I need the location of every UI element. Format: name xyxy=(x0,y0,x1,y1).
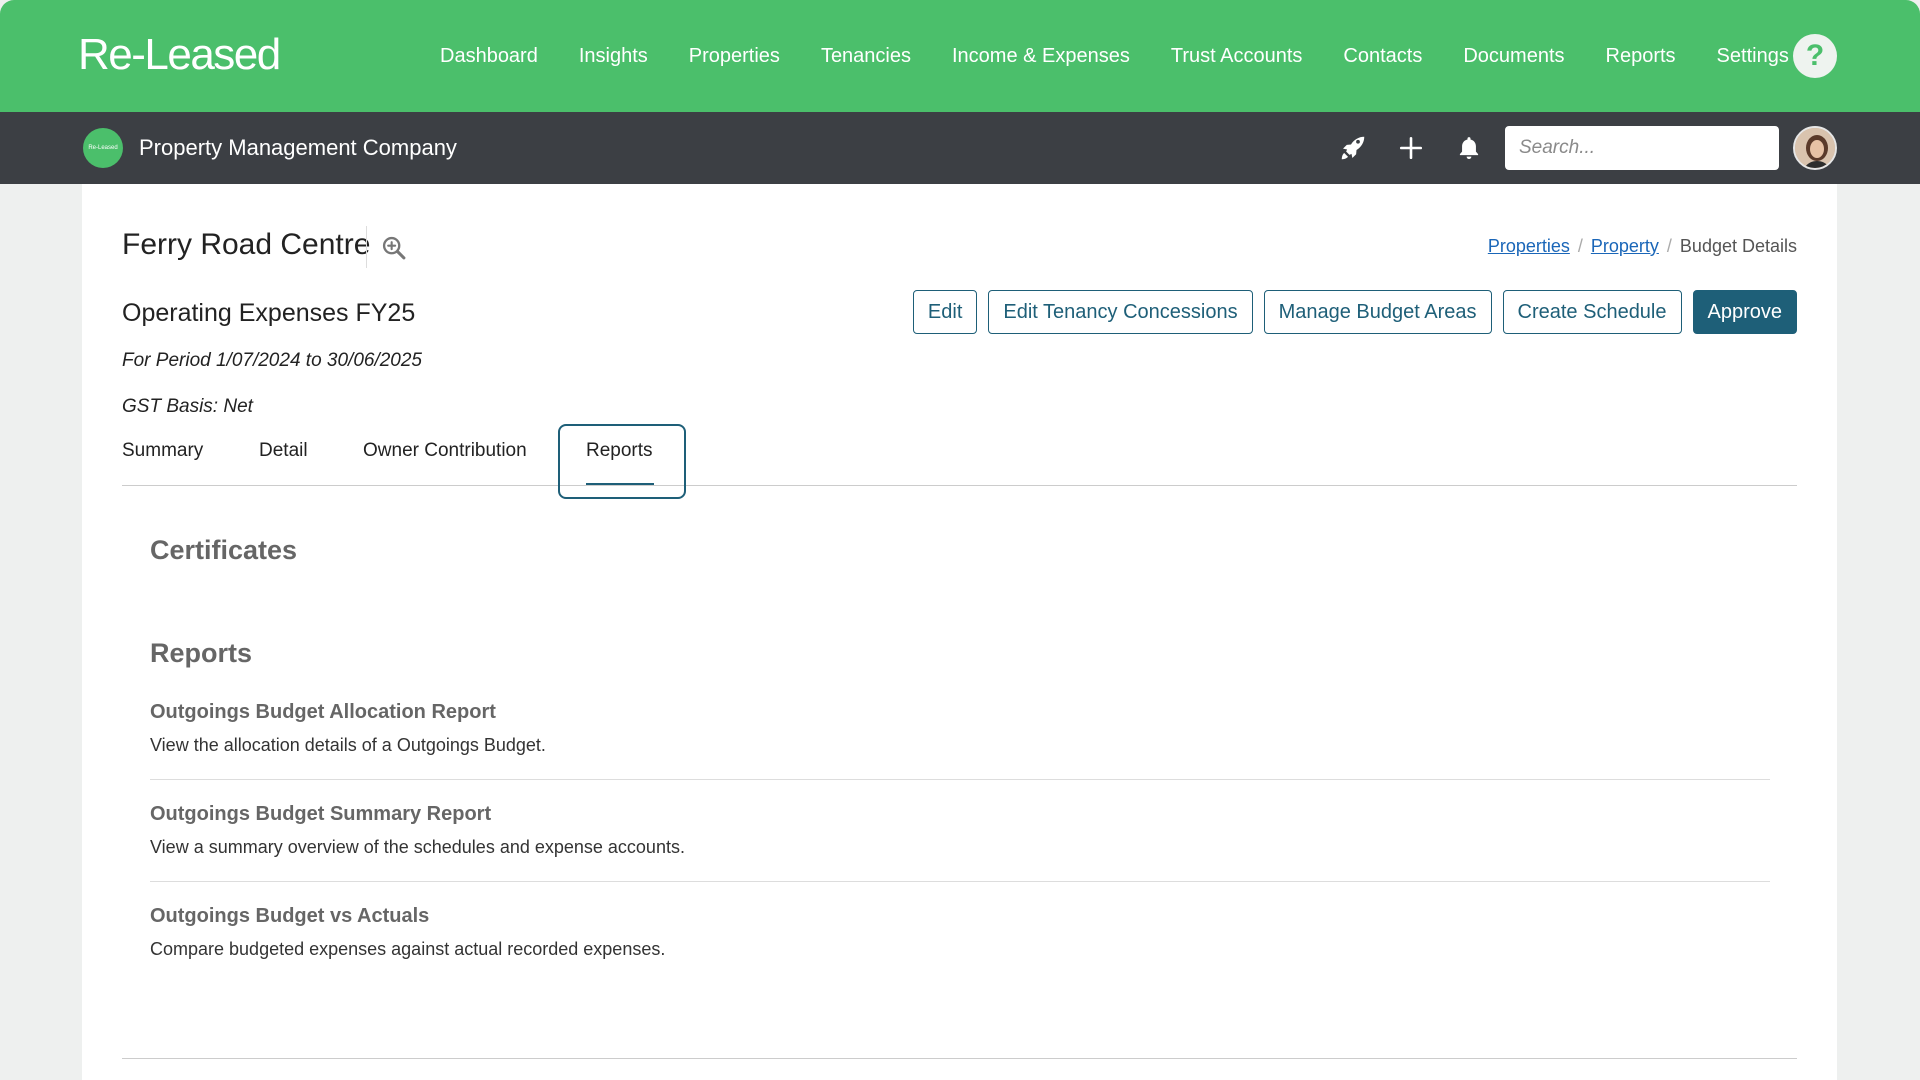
budget-name: Operating Expenses FY25 xyxy=(122,299,416,327)
breadcrumb-separator: / xyxy=(1666,236,1672,256)
zoom-in-icon[interactable] xyxy=(380,234,408,267)
edit-tenancy-concessions-button[interactable]: Edit Tenancy Concessions xyxy=(988,290,1253,334)
nav-dashboard[interactable]: Dashboard xyxy=(440,45,538,68)
main-nav: Dashboard Insights Properties Tenancies … xyxy=(440,0,1830,112)
bell-icon[interactable] xyxy=(1453,132,1485,164)
manage-budget-areas-button[interactable]: Manage Budget Areas xyxy=(1263,290,1492,334)
report-description: View the allocation details of a Outgoin… xyxy=(150,735,546,755)
tab-label: Detail xyxy=(259,440,308,461)
user-avatar[interactable] xyxy=(1793,126,1837,170)
nav-insights[interactable]: Insights xyxy=(579,45,648,68)
active-tab-indicator xyxy=(586,483,654,485)
nav-income-expenses[interactable]: Income & Expenses xyxy=(952,45,1130,68)
released-logo[interactable]: Re-Leased xyxy=(78,30,281,80)
plus-icon[interactable] xyxy=(1395,132,1427,164)
tab-label: Owner Contribution xyxy=(363,440,527,461)
nav-settings[interactable]: Settings xyxy=(1717,45,1789,68)
tab-label: Summary xyxy=(122,440,204,461)
report-title[interactable]: Outgoings Budget Allocation Report xyxy=(150,701,1770,724)
breadcrumb-current: Budget Details xyxy=(1679,236,1797,256)
report-item[interactable]: Outgoings Budget Summary Report View a s… xyxy=(150,803,1770,858)
gst-basis: GST Basis: Net xyxy=(122,396,253,417)
nav-tenancies[interactable]: Tenancies xyxy=(821,45,911,68)
report-item[interactable]: Outgoings Budget Allocation Report View … xyxy=(150,701,1770,756)
edit-button[interactable]: Edit xyxy=(912,290,978,334)
top-navbar: Re-Leased Dashboard Insights Properties … xyxy=(0,0,1920,112)
title-divider xyxy=(366,226,367,268)
report-description: Compare budgeted expenses against actual… xyxy=(150,939,666,959)
budget-tabs: Summary Detail Owner Contribution Report… xyxy=(122,424,1797,499)
breadcrumb-properties[interactable]: Properties xyxy=(1488,236,1570,257)
breadcrumb-property[interactable]: Property xyxy=(1591,236,1659,257)
content-bottom-divider xyxy=(122,1058,1797,1059)
report-divider xyxy=(150,779,1770,780)
help-icon[interactable]: ? xyxy=(1793,34,1837,78)
nav-documents[interactable]: Documents xyxy=(1463,45,1564,68)
report-item[interactable]: Outgoings Budget vs Actuals Compare budg… xyxy=(150,905,1770,960)
company-name[interactable]: Property Management Company xyxy=(139,135,457,161)
property-title: Ferry Road Centre xyxy=(122,228,371,261)
report-title[interactable]: Outgoings Budget Summary Report xyxy=(150,803,1770,826)
action-buttons: Edit Edit Tenancy Concessions Manage Bud… xyxy=(912,290,1797,334)
nav-properties[interactable]: Properties xyxy=(689,45,780,68)
nav-trust-accounts[interactable]: Trust Accounts xyxy=(1171,45,1303,68)
approve-button[interactable]: Approve xyxy=(1692,290,1797,334)
breadcrumb: Properties / Property / Budget Details xyxy=(1488,236,1797,257)
search-input[interactable] xyxy=(1505,126,1779,170)
budget-period: For Period 1/07/2024 to 30/06/2025 xyxy=(122,350,423,371)
breadcrumb-separator: / xyxy=(1577,236,1583,256)
tab-label: Reports xyxy=(586,440,653,461)
main-card: Ferry Road Centre Properties / Property … xyxy=(82,184,1837,1080)
nav-contacts[interactable]: Contacts xyxy=(1343,45,1422,68)
company-logo[interactable]: Re-Leased xyxy=(83,128,123,168)
report-title[interactable]: Outgoings Budget vs Actuals xyxy=(150,905,1770,928)
reports-heading: Reports xyxy=(150,638,253,668)
nav-reports[interactable]: Reports xyxy=(1606,45,1676,68)
report-divider xyxy=(150,881,1770,882)
tab-reports[interactable]: Reports xyxy=(558,424,686,499)
report-description: View a summary overview of the schedules… xyxy=(150,837,685,857)
certificates-heading: Certificates xyxy=(150,535,298,565)
rocket-icon[interactable] xyxy=(1337,132,1369,164)
create-schedule-button[interactable]: Create Schedule xyxy=(1502,290,1682,334)
